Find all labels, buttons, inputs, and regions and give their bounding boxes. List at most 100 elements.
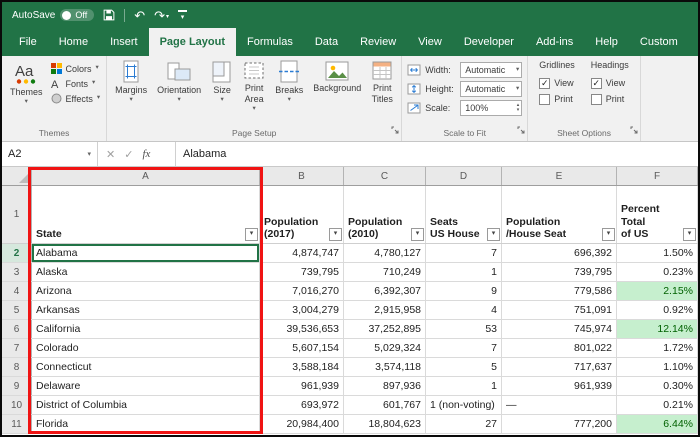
tab-insert[interactable]: Insert xyxy=(99,28,149,56)
cancel-button[interactable]: ✕ xyxy=(106,148,115,161)
cell-e7[interactable]: 801,022 xyxy=(502,339,617,357)
tab-review[interactable]: Review xyxy=(349,28,407,56)
formula-input[interactable]: Alabama xyxy=(176,142,698,166)
cell-f2[interactable]: 1.50% xyxy=(617,244,698,262)
orientation-button[interactable]: Orientation▾ xyxy=(152,57,206,126)
page-setup-dialog-launcher-icon[interactable] xyxy=(391,122,399,138)
cell-a7[interactable]: Colorado xyxy=(32,339,260,357)
row-header-11[interactable]: 11 xyxy=(2,415,32,433)
header-cell-f1[interactable]: Percent Total of US▾ xyxy=(617,186,698,243)
width-field[interactable]: Automatic▾ xyxy=(460,62,522,78)
cell-d6[interactable]: 53 xyxy=(426,320,502,338)
row-header-4[interactable]: 4 xyxy=(2,282,32,300)
tab-home[interactable]: Home xyxy=(48,28,99,56)
themes-button[interactable]: Aa Themes ▾ xyxy=(5,57,48,126)
cell-b4[interactable]: 7,016,270 xyxy=(260,282,344,300)
cell-f5[interactable]: 0.92% xyxy=(617,301,698,319)
filter-button[interactable]: ▾ xyxy=(329,228,342,241)
row-header-8[interactable]: 8 xyxy=(2,358,32,376)
cell-c9[interactable]: 897,936 xyxy=(344,377,426,395)
headings-view-checkbox[interactable]: View xyxy=(591,75,629,91)
column-header-e[interactable]: E xyxy=(502,167,617,185)
cell-a11[interactable]: Florida xyxy=(32,415,260,433)
gridlines-view-checkbox[interactable]: View xyxy=(539,75,575,91)
row-header-9[interactable]: 9 xyxy=(2,377,32,395)
cell-c11[interactable]: 18,804,623 xyxy=(344,415,426,433)
cell-e3[interactable]: 739,795 xyxy=(502,263,617,281)
row-header-1[interactable]: 1 xyxy=(2,186,32,243)
cell-b11[interactable]: 20,984,400 xyxy=(260,415,344,433)
margins-button[interactable]: Margins▾ xyxy=(110,57,152,126)
cell-b7[interactable]: 5,607,154 xyxy=(260,339,344,357)
cell-d3[interactable]: 1 xyxy=(426,263,502,281)
tab-view[interactable]: View xyxy=(407,28,453,56)
cell-b9[interactable]: 961,939 xyxy=(260,377,344,395)
customize-quick-access-button[interactable]: ▾ xyxy=(178,10,187,21)
print-area-button[interactable]: Print Area▾ xyxy=(238,57,270,126)
cell-d7[interactable]: 7 xyxy=(426,339,502,357)
filter-button[interactable]: ▾ xyxy=(683,228,696,241)
cell-c8[interactable]: 3,574,118 xyxy=(344,358,426,376)
cell-e9[interactable]: 961,939 xyxy=(502,377,617,395)
undo-button[interactable]: ↶ xyxy=(134,9,145,22)
scale-to-fit-dialog-launcher-icon[interactable] xyxy=(517,122,525,138)
row-header-2[interactable]: 2 xyxy=(2,244,32,262)
filter-button[interactable]: ▾ xyxy=(411,228,424,241)
header-cell-e1[interactable]: Population /House Seat▾ xyxy=(502,186,617,243)
fonts-button[interactable]: AFonts▾ xyxy=(51,78,101,89)
row-header-3[interactable]: 3 xyxy=(2,263,32,281)
background-button[interactable]: Background xyxy=(308,57,366,126)
size-button[interactable]: Size▾ xyxy=(206,57,238,126)
cell-a10[interactable]: District of Columbia xyxy=(32,396,260,414)
cell-b8[interactable]: 3,588,184 xyxy=(260,358,344,376)
cell-b3[interactable]: 739,795 xyxy=(260,263,344,281)
cell-f10[interactable]: 0.21% xyxy=(617,396,698,414)
print-titles-button[interactable]: Print Titles xyxy=(366,57,398,126)
cell-a8[interactable]: Connecticut xyxy=(32,358,260,376)
cell-e11[interactable]: 777,200 xyxy=(502,415,617,433)
cell-a2[interactable]: Alabama xyxy=(32,244,260,262)
cell-a6[interactable]: California xyxy=(32,320,260,338)
cell-b5[interactable]: 3,004,279 xyxy=(260,301,344,319)
cell-c7[interactable]: 5,029,324 xyxy=(344,339,426,357)
tab-file[interactable]: File xyxy=(8,28,48,56)
headings-print-checkbox[interactable]: Print xyxy=(591,91,629,107)
cell-e4[interactable]: 779,586 xyxy=(502,282,617,300)
cell-d11[interactable]: 27 xyxy=(426,415,502,433)
name-box[interactable]: A2 ▾ xyxy=(2,142,98,166)
header-cell-c1[interactable]: Population (2010)▾ xyxy=(344,186,426,243)
select-all-corner[interactable] xyxy=(2,167,32,185)
enter-button[interactable]: ✓ xyxy=(124,148,133,161)
row-header-7[interactable]: 7 xyxy=(2,339,32,357)
cell-a4[interactable]: Arizona xyxy=(32,282,260,300)
scale-field[interactable]: 100%▴▾ xyxy=(460,100,522,116)
cell-d4[interactable]: 9 xyxy=(426,282,502,300)
tab-data[interactable]: Data xyxy=(304,28,349,56)
cell-b2[interactable]: 4,874,747 xyxy=(260,244,344,262)
cell-d9[interactable]: 1 xyxy=(426,377,502,395)
cell-e6[interactable]: 745,974 xyxy=(502,320,617,338)
insert-function-button[interactable]: fx xyxy=(142,148,150,160)
cell-d2[interactable]: 7 xyxy=(426,244,502,262)
cell-e2[interactable]: 696,392 xyxy=(502,244,617,262)
header-cell-b1[interactable]: Population (2017)▾ xyxy=(260,186,344,243)
cell-a9[interactable]: Delaware xyxy=(32,377,260,395)
cell-e10[interactable]: — xyxy=(502,396,617,414)
cell-f8[interactable]: 1.10% xyxy=(617,358,698,376)
cell-c2[interactable]: 4,780,127 xyxy=(344,244,426,262)
cell-b6[interactable]: 39,536,653 xyxy=(260,320,344,338)
cell-c5[interactable]: 2,915,958 xyxy=(344,301,426,319)
tab-page-layout[interactable]: Page Layout xyxy=(149,28,236,56)
colors-button[interactable]: Colors▾ xyxy=(51,63,101,74)
filter-button[interactable]: ▾ xyxy=(487,228,500,241)
row-header-6[interactable]: 6 xyxy=(2,320,32,338)
tab-custom[interactable]: Custom xyxy=(629,28,689,56)
height-field[interactable]: Automatic▾ xyxy=(460,81,522,97)
save-button[interactable] xyxy=(103,9,115,21)
cell-c10[interactable]: 601,767 xyxy=(344,396,426,414)
column-header-f[interactable]: F xyxy=(617,167,698,185)
filter-button[interactable]: ▾ xyxy=(245,228,258,241)
cell-e5[interactable]: 751,091 xyxy=(502,301,617,319)
tab-formulas[interactable]: Formulas xyxy=(236,28,304,56)
header-cell-a1[interactable]: State▾ xyxy=(32,186,260,243)
